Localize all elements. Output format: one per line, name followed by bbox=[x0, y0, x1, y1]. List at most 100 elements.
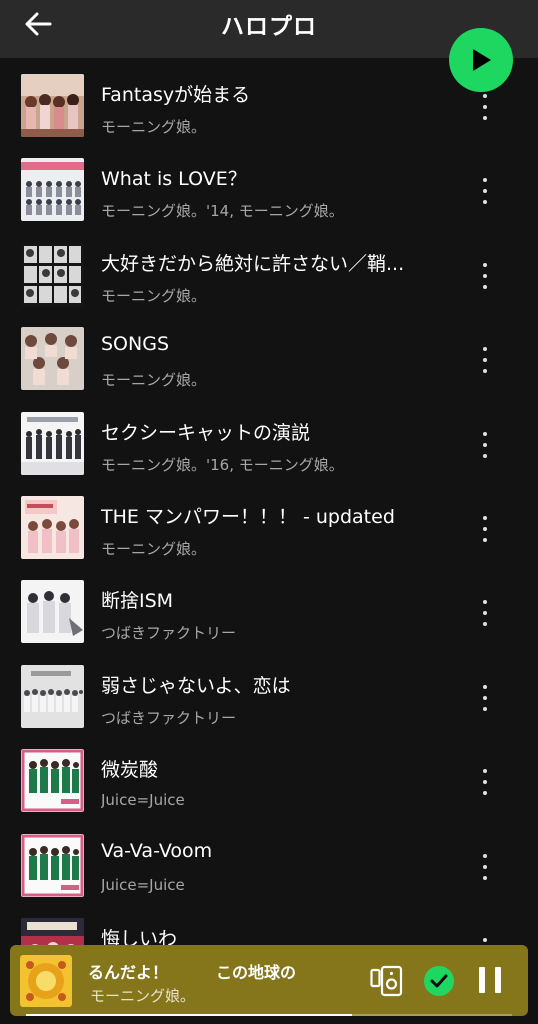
track-artist: モーニング娘。 bbox=[101, 539, 207, 558]
album-art bbox=[21, 833, 84, 897]
track-artist: モーニング娘。 bbox=[101, 371, 207, 390]
track-title: セクシーキャットの演説 bbox=[101, 421, 311, 444]
track-row[interactable]: 断捨ISM つばきファクトリー bbox=[0, 572, 538, 656]
more-dot bbox=[483, 200, 487, 205]
track-title: Fantasyが始まる bbox=[101, 84, 251, 106]
track-artist: Juice=Juice bbox=[101, 791, 185, 810]
page-title: ハロプロ bbox=[221, 14, 317, 40]
more-dot bbox=[483, 684, 487, 689]
more-dot bbox=[483, 600, 487, 605]
bottom-edge bbox=[0, 1016, 538, 1024]
album-art bbox=[21, 495, 84, 559]
more-dot bbox=[483, 537, 487, 542]
track-row[interactable]: What is LOVE？ モーニング娘。'14, モーニング娘。 bbox=[0, 150, 538, 234]
track-row[interactable]: Va-Va-Voom Juice=Juice bbox=[0, 826, 538, 910]
playback-progress-fill bbox=[26, 1014, 352, 1016]
more-dot bbox=[483, 273, 487, 278]
more-dot bbox=[483, 875, 487, 880]
more-dot bbox=[483, 526, 487, 531]
more-options-button[interactable] bbox=[470, 850, 500, 884]
track-row[interactable]: THE マンパワー！！！ - updated モーニング娘。 bbox=[0, 488, 538, 572]
track-list: Fantasyが始まる モーニング娘。 What is LOVE？ モーニング娘… bbox=[0, 66, 538, 994]
track-title: 微炭酸 bbox=[101, 759, 159, 782]
track-title: What is LOVE？ bbox=[101, 168, 247, 191]
more-dot bbox=[483, 94, 487, 98]
more-dot bbox=[483, 622, 487, 627]
more-dot bbox=[483, 178, 487, 183]
more-dot bbox=[483, 706, 487, 711]
more-options-button[interactable] bbox=[470, 174, 500, 208]
more-dot bbox=[483, 769, 487, 774]
album-art bbox=[21, 664, 84, 728]
track-row[interactable]: セクシーキャットの演説 モーニング娘。'16, モーニング娘。 bbox=[0, 404, 538, 488]
play-icon bbox=[473, 49, 491, 71]
track-artist: つばきファクトリー bbox=[101, 708, 237, 727]
track-row[interactable]: 弱さじゃないよ、恋は つばきファクトリー bbox=[0, 657, 538, 741]
more-dot bbox=[483, 515, 487, 520]
track-artist: モーニング娘。'16, モーニング娘。 bbox=[101, 455, 344, 474]
more-dot bbox=[483, 189, 487, 194]
track-row[interactable]: 微炭酸 Juice=Juice bbox=[0, 741, 538, 825]
album-art bbox=[21, 580, 84, 644]
album-art bbox=[21, 74, 84, 137]
track-title: THE マンパワー！！！ - updated bbox=[101, 505, 395, 528]
more-options-button[interactable] bbox=[470, 343, 500, 377]
more-dot bbox=[483, 611, 487, 616]
more-dot bbox=[483, 864, 487, 869]
track-row[interactable]: 大好きだから絶対に許さない／鞘... モーニング娘。 bbox=[0, 235, 538, 319]
track-title: Va-Va-Voom bbox=[101, 839, 213, 862]
back-button[interactable] bbox=[22, 10, 54, 38]
track-row[interactable]: SONGS モーニング娘。 bbox=[0, 319, 538, 403]
more-options-button[interactable] bbox=[470, 428, 500, 462]
more-options-button[interactable] bbox=[470, 681, 500, 715]
now-playing-title: るんだよ！ この地球の bbox=[88, 963, 297, 982]
check-circle-icon bbox=[430, 974, 448, 988]
more-dot bbox=[483, 105, 487, 109]
app-screen: ハロプロ Fantasyが始まる モーニング娘。 What is LOVE？ モ… bbox=[0, 0, 538, 1024]
liked-button[interactable] bbox=[424, 966, 454, 996]
more-dot bbox=[483, 791, 487, 796]
speaker-device-icon bbox=[370, 965, 403, 997]
track-title: 弱さじゃないよ、恋は bbox=[101, 674, 291, 697]
album-art bbox=[21, 327, 84, 391]
more-dot bbox=[483, 453, 487, 458]
pause-button[interactable] bbox=[479, 967, 501, 995]
track-artist: モーニング娘。'14, モーニング娘。 bbox=[101, 202, 344, 221]
album-art bbox=[21, 158, 84, 222]
album-art bbox=[21, 242, 84, 306]
more-dot bbox=[483, 116, 487, 120]
more-options-button[interactable] bbox=[470, 596, 500, 630]
album-art bbox=[21, 749, 84, 813]
arrow-left-icon bbox=[25, 12, 52, 36]
more-dot bbox=[483, 358, 487, 363]
album-art bbox=[21, 411, 84, 475]
more-dot bbox=[483, 431, 487, 436]
more-dot bbox=[483, 937, 487, 942]
more-options-button[interactable] bbox=[470, 512, 500, 546]
more-options-button[interactable] bbox=[470, 765, 500, 799]
more-dot bbox=[483, 284, 487, 289]
more-dot bbox=[483, 442, 487, 447]
shuffle-play-button[interactable] bbox=[449, 28, 513, 92]
more-dot bbox=[483, 369, 487, 374]
connect-device-button[interactable] bbox=[370, 964, 404, 998]
more-dot bbox=[483, 780, 487, 785]
more-dot bbox=[483, 262, 487, 267]
playback-progress bbox=[26, 1014, 512, 1016]
more-dot bbox=[483, 347, 487, 352]
more-options-button[interactable] bbox=[470, 259, 500, 293]
track-artist: モーニング娘。 bbox=[101, 118, 207, 136]
now-playing-artist: モーニング娘。 bbox=[90, 987, 196, 1005]
track-title: 大好きだから絶対に許さない／鞘... bbox=[101, 252, 405, 275]
more-dot bbox=[483, 695, 487, 700]
track-artist: つばきファクトリー bbox=[101, 624, 237, 643]
pause-icon-bar bbox=[479, 967, 485, 993]
more-dot bbox=[483, 853, 487, 858]
more-options-button[interactable] bbox=[470, 90, 500, 124]
pause-icon-bar bbox=[495, 967, 501, 993]
now-playing-album-art bbox=[20, 955, 72, 1007]
track-title: 断捨ISM bbox=[101, 590, 174, 613]
now-playing-bar[interactable]: るんだよ！ この地球の モーニング娘。 bbox=[10, 945, 528, 1016]
track-title: SONGS bbox=[101, 333, 170, 356]
track-artist: モーニング娘。 bbox=[101, 286, 207, 305]
